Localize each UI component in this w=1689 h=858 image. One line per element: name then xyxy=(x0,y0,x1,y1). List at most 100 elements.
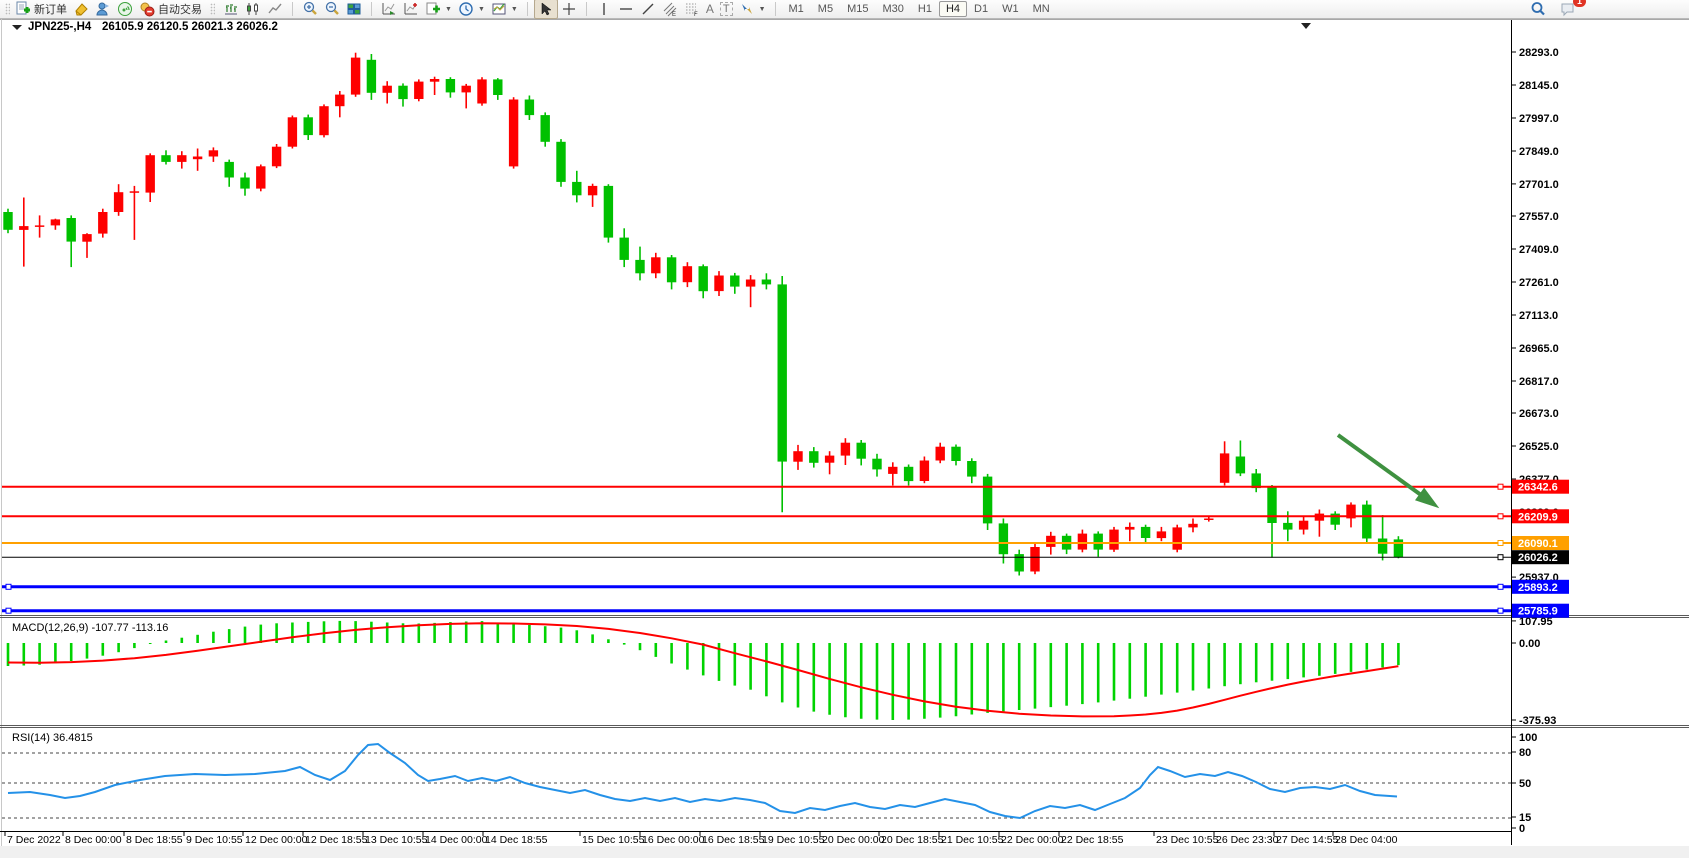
svg-text:12 Dec 18:55: 12 Dec 18:55 xyxy=(305,834,368,846)
svg-text:27997.0: 27997.0 xyxy=(1519,113,1559,125)
person-icon xyxy=(95,1,111,17)
trendline-icon xyxy=(640,1,656,17)
chart-shift-button[interactable] xyxy=(400,0,422,18)
time-axis[interactable]: 7 Dec 20228 Dec 00:008 Dec 18:559 Dec 10… xyxy=(5,831,1398,846)
timeframe-d1[interactable]: D1 xyxy=(967,1,995,17)
svg-text:28 Dec 04:00: 28 Dec 04:00 xyxy=(1335,834,1398,846)
bar-chart-icon xyxy=(223,1,239,17)
auto-scroll-button[interactable] xyxy=(378,0,400,18)
label-tool[interactable]: T xyxy=(717,1,736,17)
svg-text:26209.9: 26209.9 xyxy=(1518,511,1558,523)
timeframe-h4[interactable]: H4 xyxy=(939,1,967,17)
svg-text:26965.0: 26965.0 xyxy=(1519,343,1559,355)
svg-text:27701.0: 27701.0 xyxy=(1519,179,1559,191)
svg-text:26817.0: 26817.0 xyxy=(1519,376,1559,388)
channel-tool[interactable]: E xyxy=(659,0,681,18)
templates-button[interactable]: ▼ xyxy=(488,0,521,18)
auto-trading-button[interactable]: 自动交易 xyxy=(136,0,205,18)
new-order-button[interactable]: 新订单 xyxy=(12,0,70,18)
timeframe-m1[interactable]: M1 xyxy=(782,1,811,17)
search-button[interactable] xyxy=(1527,0,1549,18)
svg-text:27261.0: 27261.0 xyxy=(1519,277,1559,289)
timeframe-m30[interactable]: M30 xyxy=(875,1,910,17)
svg-text:15 Dec 10:55: 15 Dec 10:55 xyxy=(582,834,645,846)
svg-text:0: 0 xyxy=(1519,823,1525,835)
chevron-down-icon: ▼ xyxy=(445,6,452,13)
price-chart-canvas[interactable]: MACD(12,26,9) -107.77 -113.16RSI(14) 36.… xyxy=(0,19,1689,858)
channel-icon: E xyxy=(662,1,678,17)
clock-icon xyxy=(458,1,474,17)
svg-text:26 Dec 23:30: 26 Dec 23:30 xyxy=(1216,834,1279,846)
timeframe-m15[interactable]: M15 xyxy=(840,1,875,17)
vertical-line-tool[interactable] xyxy=(593,0,615,18)
indicators-button[interactable]: ▼ xyxy=(422,0,455,18)
svg-text:16 Dec 00:00: 16 Dec 00:00 xyxy=(642,834,705,846)
candlestick-icon xyxy=(245,1,261,17)
svg-text:28145.0: 28145.0 xyxy=(1519,80,1559,92)
arrows-icon xyxy=(739,1,755,17)
timeframe-group: M1M5M15M30H1H4D1W1MN xyxy=(779,0,1060,18)
timeframe-h1[interactable]: H1 xyxy=(911,1,939,17)
svg-text:19 Dec 10:55: 19 Dec 10:55 xyxy=(762,834,825,846)
svg-text:27409.0: 27409.0 xyxy=(1519,244,1559,256)
svg-text:14 Dec 18:55: 14 Dec 18:55 xyxy=(485,834,548,846)
chevron-down-icon: ▼ xyxy=(759,6,766,13)
toolbar-grip[interactable] xyxy=(210,3,215,15)
community-button[interactable] xyxy=(92,0,114,18)
crosshair-icon xyxy=(561,1,577,17)
zoom-in-button[interactable] xyxy=(299,0,321,18)
svg-text:25785.9: 25785.9 xyxy=(1518,606,1558,618)
svg-text:28293.0: 28293.0 xyxy=(1519,47,1559,59)
svg-text:JPN225-,H4: JPN225-,H4 xyxy=(28,21,92,33)
tile-windows-button[interactable] xyxy=(343,0,365,18)
svg-text:8 Dec 00:00: 8 Dec 00:00 xyxy=(65,834,122,846)
line-chart-icon xyxy=(267,1,283,17)
svg-text:21 Dec 10:55: 21 Dec 10:55 xyxy=(941,834,1004,846)
horizontal-line-tool[interactable] xyxy=(615,0,637,18)
chart-shift-icon xyxy=(403,1,419,17)
close-order-button[interactable] xyxy=(70,0,92,18)
svg-text:50: 50 xyxy=(1519,778,1531,790)
svg-text:26090.1: 26090.1 xyxy=(1518,538,1558,550)
text-tool[interactable]: A xyxy=(703,1,717,17)
timeframe-m5[interactable]: M5 xyxy=(811,1,840,17)
horizontal-line-icon xyxy=(618,1,634,17)
timeframe-mn[interactable]: MN xyxy=(1026,1,1057,17)
candlestick-chart-button[interactable] xyxy=(242,0,264,18)
timeframe-w1[interactable]: W1 xyxy=(995,1,1026,17)
svg-text:26026.2: 26026.2 xyxy=(1518,552,1558,564)
svg-text:27557.0: 27557.0 xyxy=(1519,211,1559,223)
toolbar-grip[interactable] xyxy=(5,3,10,15)
crosshair-tool-button[interactable] xyxy=(558,0,580,18)
svg-text:7 Dec 2022: 7 Dec 2022 xyxy=(7,834,61,846)
rsi-label: RSI(14) 36.4815 xyxy=(12,732,93,744)
new-order-label: 新订单 xyxy=(34,1,67,17)
svg-text:23 Dec 10:55: 23 Dec 10:55 xyxy=(1156,834,1219,846)
svg-text:27849.0: 27849.0 xyxy=(1519,146,1559,158)
notifications-button[interactable]: 1 xyxy=(1557,0,1579,18)
svg-text:25893.2: 25893.2 xyxy=(1518,582,1558,594)
svg-text:26525.0: 26525.0 xyxy=(1519,441,1559,453)
cursor-tool-button[interactable] xyxy=(534,0,558,19)
zoom-out-button[interactable] xyxy=(321,0,343,18)
svg-text:16 Dec 18:55: 16 Dec 18:55 xyxy=(702,834,765,846)
svg-text:26105.9 26120.5 26021.3 26026.: 26105.9 26120.5 26021.3 26026.2 xyxy=(102,21,278,33)
vertical-line-icon xyxy=(596,1,612,17)
text-tool-label: A xyxy=(706,2,714,16)
svg-text:F: F xyxy=(694,12,698,17)
line-chart-button[interactable] xyxy=(264,0,286,18)
label-tool-label: T xyxy=(720,2,733,16)
auto-scroll-icon xyxy=(381,1,397,17)
signals-button[interactable] xyxy=(114,0,136,18)
svg-text:13 Dec 10:55: 13 Dec 10:55 xyxy=(365,834,428,846)
trendline-tool[interactable] xyxy=(637,0,659,18)
periods-button[interactable]: ▼ xyxy=(455,0,488,18)
search-icon xyxy=(1530,1,1546,17)
arrows-tool[interactable]: ▼ xyxy=(736,0,769,18)
fibonacci-tool[interactable]: F xyxy=(681,0,703,18)
svg-text:26673.0: 26673.0 xyxy=(1519,408,1559,420)
bar-chart-button[interactable] xyxy=(220,0,242,18)
eraser-icon xyxy=(73,1,89,17)
new-order-icon xyxy=(15,1,31,17)
zoom-out-icon xyxy=(324,1,340,17)
